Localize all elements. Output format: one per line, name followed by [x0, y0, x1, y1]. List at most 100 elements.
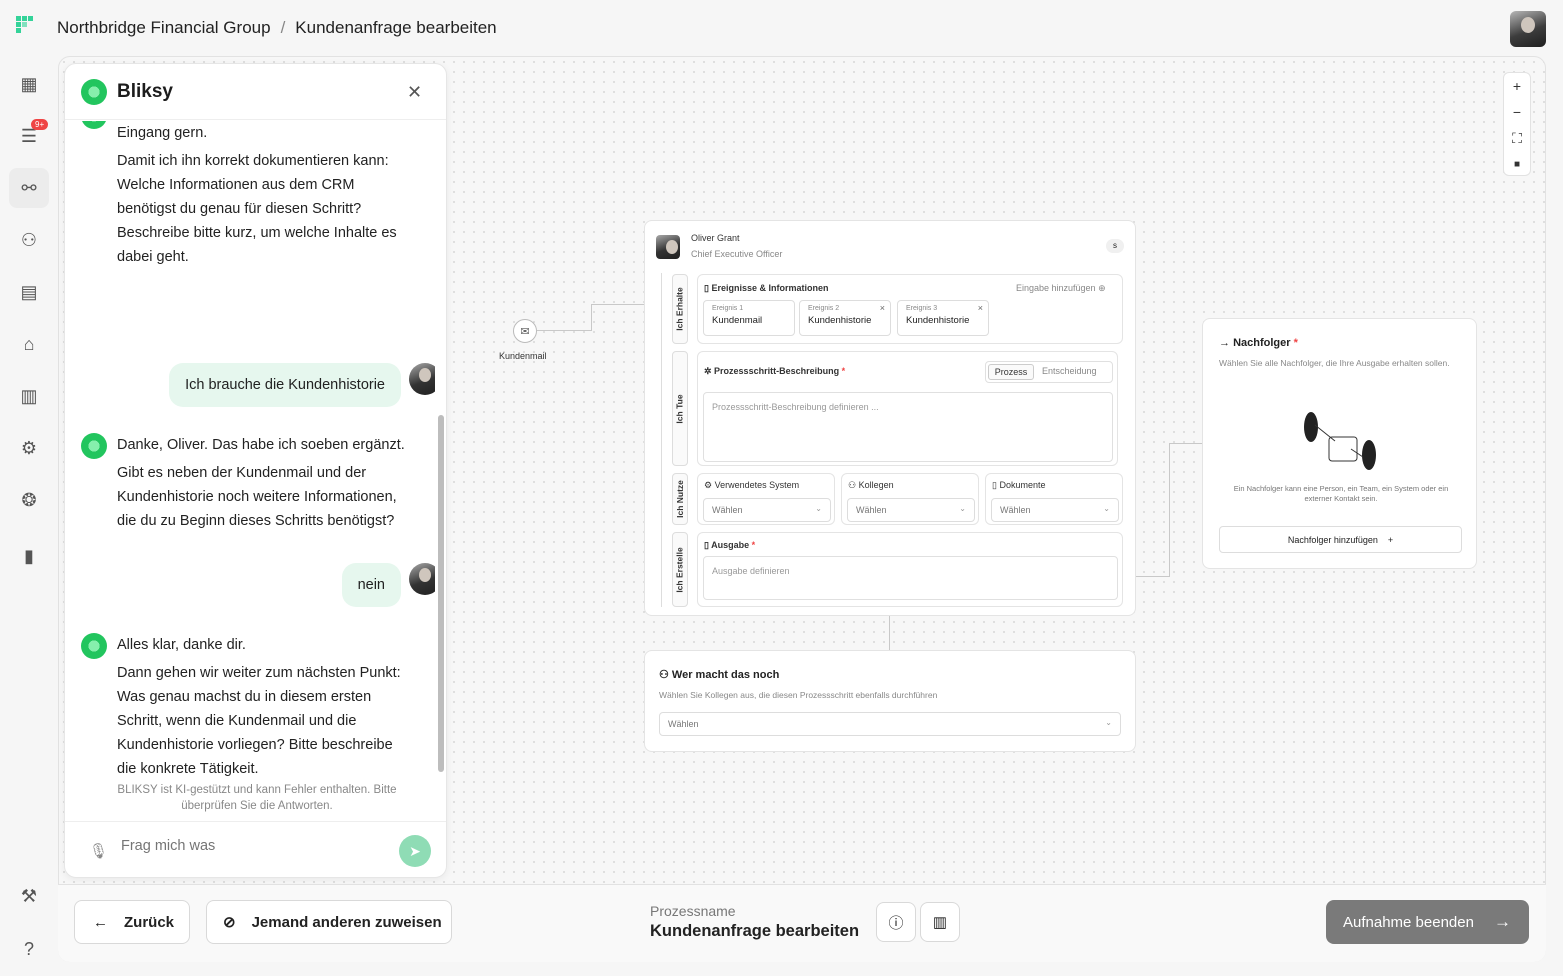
owner-avatar [656, 235, 680, 259]
documents-section: ▯ Dokumente Wählen ⌄ [985, 473, 1123, 525]
bot-message-text: Alles klar, danke dir. [117, 637, 246, 653]
finish-label: Aufnahme beenden [1343, 913, 1474, 931]
process-icon[interactable]: ⚯ [9, 168, 49, 208]
fit-view-icon[interactable]: ⛶ [1504, 125, 1530, 151]
system-section: ⚙ Verwendetes System Wählen ⌄ [697, 473, 835, 525]
bot-message: Alles klar, danke dir. Dann gehen wir we… [81, 633, 411, 785]
event-key: Ereignis 2 [808, 305, 840, 312]
mail-icon[interactable]: ✉ [513, 319, 537, 343]
toggle-process[interactable]: Prozess [988, 364, 1034, 380]
connector-line [1169, 443, 1202, 444]
gear-icon: ⚙ [704, 480, 715, 490]
connector-line [889, 616, 890, 650]
lock-icon[interactable]: ■ [1504, 151, 1530, 177]
add-input-link[interactable]: Eingabe hinzufügen ⊕ [1016, 283, 1106, 294]
back-button[interactable]: ← Zurück [74, 900, 190, 944]
event-chip[interactable]: Ereignis 3 Kundenhistorie × [897, 300, 989, 336]
finish-recording-button[interactable]: Aufnahme beenden → [1326, 900, 1529, 944]
close-icon[interactable]: ✕ [407, 82, 422, 103]
help-icon[interactable]: ? [9, 929, 49, 969]
owner-badge: s [1106, 239, 1124, 253]
events-title: ▯ Ereignisse & Informationen [704, 283, 829, 293]
description-section: ✲ Prozessschritt-Beschreibung * Prozess … [697, 351, 1118, 466]
tasks-icon[interactable]: ☰ 9+ [9, 116, 49, 156]
sparkle-icon: ✲ [704, 366, 715, 376]
zoom-in-icon[interactable]: + [1504, 73, 1530, 99]
chat-input[interactable] [121, 838, 381, 854]
output-title: ▯ Ausgabe * [704, 540, 756, 550]
arrow-right-icon: → [1219, 337, 1234, 349]
people-icon[interactable]: ⚇ [9, 220, 49, 260]
info-icon[interactable]: ⓘ [876, 902, 916, 942]
owner-role: Chief Executive Officer [691, 249, 783, 259]
bot-message-text: Danke, Oliver. Das habe ich soeben ergän… [117, 437, 405, 453]
colleagues-select[interactable]: Wählen ⌄ [847, 498, 975, 522]
documents-select[interactable]: Wählen ⌄ [991, 498, 1119, 522]
chat-input-bar: 🎙 ➤ [65, 821, 446, 877]
people-icon: ⚇ [848, 480, 859, 490]
process-step-card[interactable]: Oliver Grant Chief Executive Officer s I… [644, 220, 1136, 616]
documents-icon[interactable]: ▥ [9, 376, 49, 416]
add-successor-button[interactable]: Nachfolger hinzufügen + [1219, 526, 1462, 553]
system-label: ⚙ Verwendetes System [704, 480, 800, 490]
lane-receive: Ich Erhalte [672, 274, 688, 344]
remove-icon[interactable]: × [978, 303, 983, 313]
bliksy-logo-icon [81, 78, 107, 105]
system-select[interactable]: Wählen ⌄ [703, 498, 831, 522]
type-toggle: Prozess Entscheidung [985, 361, 1113, 383]
map-icon[interactable]: ▥ [920, 902, 960, 942]
send-icon[interactable]: ➤ [399, 835, 431, 867]
output-input[interactable]: Ausgabe definieren [703, 556, 1118, 600]
assign-button[interactable]: ⊘ Jemand anderen zuweisen [206, 900, 452, 944]
who-else-subtitle: Wählen Sie Kollegen aus, die diesen Proz… [659, 690, 938, 700]
timeline-line [661, 273, 662, 607]
toggle-decision[interactable]: Entscheidung [1042, 366, 1097, 376]
chevron-down-icon: ⌄ [1103, 504, 1110, 513]
user-off-icon: ⊘ [223, 914, 236, 931]
wrench-icon[interactable]: ⚒ [9, 876, 49, 916]
microphone-icon[interactable]: 🎙 [89, 842, 108, 860]
bot-message-text: Dann gehen wir weiter zum nächsten Punkt… [117, 665, 401, 777]
description-input[interactable]: Prozessschritt-Beschreibung definieren .… [703, 392, 1113, 462]
lane-use: Ich Nutze [672, 473, 688, 525]
event-value: Kundenhistorie [906, 315, 970, 326]
remove-icon[interactable]: × [880, 303, 885, 313]
who-else-select[interactable]: Wählen ⌄ [659, 712, 1121, 736]
top-bar: Northbridge Financial Group / Kundenanfr… [0, 0, 1563, 56]
settings-icon[interactable]: ⚙ [9, 428, 49, 468]
arrow-right-icon: → [1494, 912, 1511, 931]
lane-create: Ich Erstelle [672, 532, 688, 607]
server-icon[interactable]: ▤ [9, 272, 49, 312]
events-section: ▯ Ereignisse & Informationen Eingabe hin… [697, 274, 1123, 344]
zoom-out-icon[interactable]: − [1504, 99, 1530, 125]
colleagues-label: ⚇ Kollegen [848, 480, 894, 490]
bliksy-avatar-icon [81, 633, 107, 659]
documents-label: ▯ Dokumente [992, 480, 1046, 490]
successor-card: → Nachfolger * Wählen Sie alle Nachfolge… [1202, 318, 1477, 569]
dashboard-icon[interactable]: ▦ [9, 64, 49, 104]
user-avatar [409, 563, 435, 595]
org-user-icon[interactable]: ⌂ [9, 324, 49, 364]
sidebar: ▦ ☰ 9+ ⚯ ⚇ ▤ ⌂ ▥ ⚙ ❂ ▮ ⚒ ? [0, 56, 58, 976]
chat-scrollbar[interactable] [438, 415, 444, 772]
event-value: Kundenmail [712, 315, 763, 326]
breadcrumb-org[interactable]: Northbridge Financial Group [57, 18, 271, 38]
back-label: Zurück [124, 913, 175, 931]
chart-icon[interactable]: ▮ [9, 536, 49, 576]
handoff-illustration [1304, 412, 1376, 470]
user-message-text: nein [341, 563, 401, 607]
event-chip[interactable]: Ereignis 1 Kundenmail [703, 300, 795, 336]
event-chip[interactable]: Ereignis 2 Kundenhistorie × [799, 300, 891, 336]
trigger-label: Kundenmail [499, 351, 547, 361]
logo-icon[interactable] [16, 16, 40, 40]
zoom-controls: + − ⛶ ■ [1503, 72, 1531, 176]
bliksy-avatar-icon [81, 433, 107, 459]
user-avatar[interactable] [1510, 11, 1546, 47]
chat-header: Bliksy [65, 64, 446, 120]
chevron-down-icon: ⌄ [815, 504, 822, 513]
chat-messages[interactable]: Eingang gern. Damit ich ihn korrekt doku… [65, 121, 435, 821]
bot-message: Danke, Oliver. Das habe ich soeben ergän… [81, 433, 411, 537]
brain-icon[interactable]: ❂ [9, 480, 49, 520]
assign-label: Jemand anderen zuweisen [251, 913, 442, 931]
bliksy-avatar-icon [81, 121, 107, 129]
